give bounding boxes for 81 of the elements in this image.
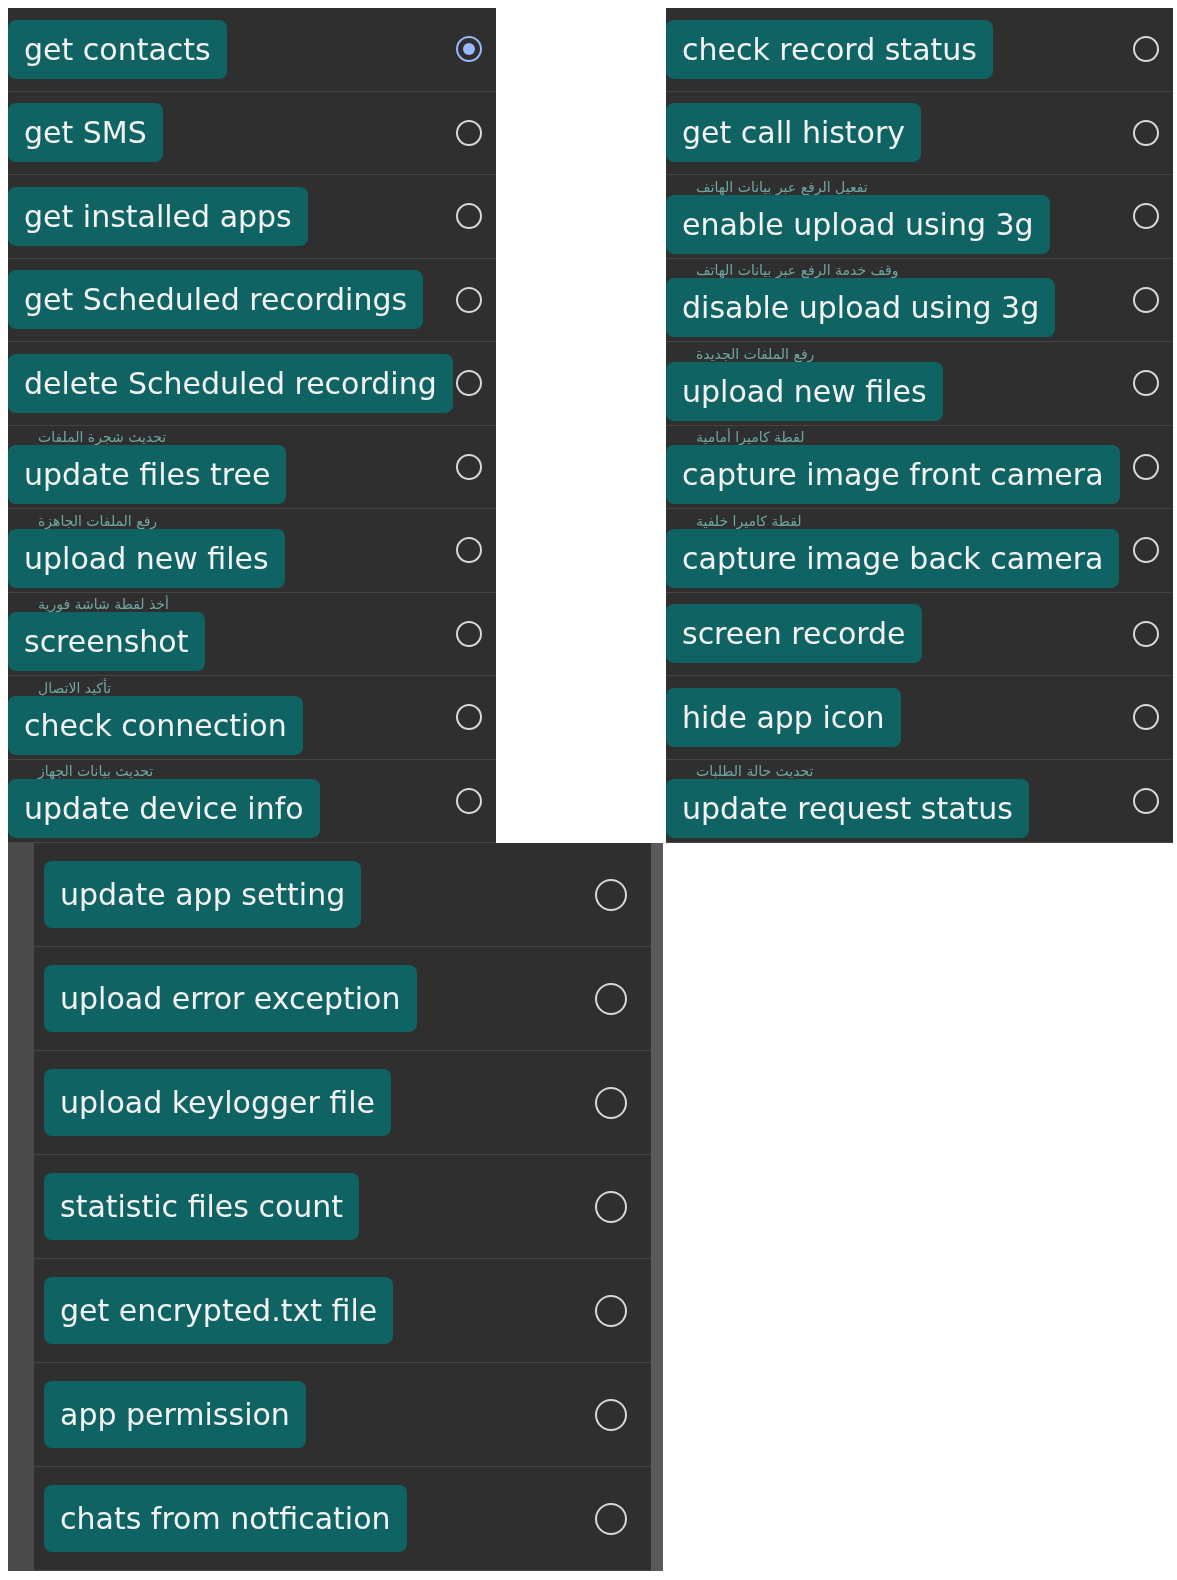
option-label: upload keylogger file [44,1069,391,1136]
option-label: upload error exception [44,965,417,1032]
radio-button[interactable] [595,1398,627,1431]
option-label: get installed apps [8,186,308,246]
radio-button[interactable] [1133,704,1159,731]
option-label: app permission [44,1381,306,1448]
option-subtitle: تأكيد الاتصال [37,679,112,696]
radio-button[interactable] [456,787,482,814]
option-row[interactable]: get installed apps [8,175,496,259]
radio-button[interactable] [595,1294,627,1327]
option-row[interactable]: get SMS [8,91,496,175]
radio-button[interactable] [1133,203,1159,230]
option-label: update files tree [8,445,287,505]
option-label: get Scheduled recordings [8,270,424,330]
option-label: statistic files count [44,1173,360,1240]
option-label: screenshot [8,612,205,672]
radio-button[interactable] [1133,787,1159,814]
option-row[interactable]: chats from notfication [34,1467,651,1571]
option-row[interactable]: get call history [666,91,1173,175]
option-subtitle: تفعيل الرفع عبر بيانات الهاتف [695,178,868,195]
option-label: check connection [8,695,303,755]
radio-button[interactable] [595,878,627,911]
option-row[interactable]: get contacts [8,8,496,92]
option-row[interactable]: statistic files count [34,1155,651,1259]
option-label: delete Scheduled recording [8,353,453,413]
radio-button[interactable] [456,370,482,397]
option-label: disable upload using 3g [666,278,1056,338]
option-label: chats from notfication [44,1485,407,1552]
radio-button[interactable] [456,620,482,647]
radio-button[interactable] [456,36,482,63]
option-row[interactable]: upload keylogger file [34,1051,651,1155]
radio-button[interactable] [1133,620,1159,647]
option-label: get SMS [8,103,163,163]
option-label: get encrypted.txt file [44,1277,394,1344]
option-label: update app setting [44,861,362,928]
radio-button[interactable] [1133,286,1159,313]
option-label: get call history [666,103,922,163]
radio-button[interactable] [595,1086,627,1119]
option-subtitle: لقطة كاميرا خلفية [695,512,802,529]
radio-button[interactable] [456,704,482,731]
option-subtitle: رفع الملفات الجديدة [695,345,815,362]
option-subtitle: أخذ لقطة شاشة فورية [37,596,169,613]
option-row[interactable]: app permission [34,1363,651,1467]
option-subtitle: لقطة كاميرا أمامية [695,429,805,446]
radio-button[interactable] [456,203,482,230]
option-row[interactable]: upload error exception [34,947,651,1051]
option-row[interactable]: hide app icon [666,676,1173,760]
option-label: enable upload using 3g [666,194,1050,254]
radio-button[interactable] [1133,370,1159,397]
option-row[interactable]: update app setting [34,843,651,947]
radio-button[interactable] [1133,119,1159,146]
option-subtitle: رفع الملفات الجاهزة [37,512,158,529]
radio-button[interactable] [1133,537,1159,564]
option-row[interactable]: delete Scheduled recording [8,342,496,426]
option-label: capture image back camera [666,528,1120,588]
radio-button[interactable] [456,537,482,564]
radio-button[interactable] [595,982,627,1015]
radio-button[interactable] [1133,453,1159,480]
option-label: update device info [8,779,320,839]
option-label: hide app icon [666,687,901,747]
option-row[interactable]: get Scheduled recordings [8,258,496,342]
option-subtitle: وقف خدمة الرفع عبر بيانات الهاتف [695,262,899,279]
option-subtitle: تحديث شجرة الملفات [37,429,167,446]
option-row[interactable]: screen recorde [666,592,1173,676]
option-row[interactable]: check record status [666,8,1173,92]
radio-button[interactable] [456,453,482,480]
radio-button[interactable] [1133,36,1159,63]
option-label: upload new files [666,361,943,421]
option-label: upload new files [8,528,285,588]
option-label: update request status [666,779,1029,839]
option-subtitle: تحديث حالة الطلبات [695,763,814,780]
option-label: screen recorde [666,604,922,664]
radio-button[interactable] [595,1502,627,1535]
option-label: get contacts [8,19,227,79]
option-row[interactable]: get encrypted.txt file [34,1259,651,1363]
radio-button[interactable] [595,1190,627,1223]
radio-button[interactable] [456,286,482,313]
option-subtitle: تحديث بيانات الجهاز [36,763,154,780]
option-label: capture image front camera [666,445,1120,505]
radio-button[interactable] [456,119,482,146]
option-label: check record status [666,19,993,79]
